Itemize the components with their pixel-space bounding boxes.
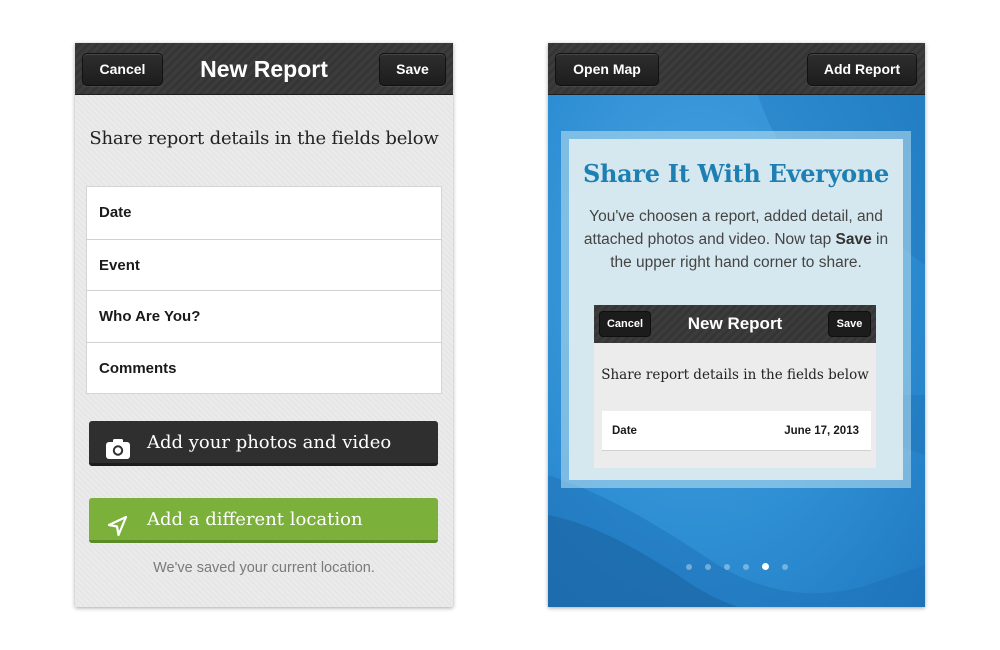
open-map-button[interactable]: Open Map <box>555 53 659 86</box>
tutorial-screen: Open Map Add Report Share It With Everyo… <box>548 43 925 607</box>
who-are-you-field[interactable]: Who Are You? <box>87 290 441 342</box>
add-location-label: Add a different location <box>147 509 363 530</box>
new-report-screen: New Report Cancel Save Share report deta… <box>75 43 453 607</box>
page-indicator[interactable] <box>548 563 925 570</box>
tutorial-card: Share It With Everyone You've choosen a … <box>561 131 911 488</box>
report-preview: New Report Cancel Save Share report deta… <box>594 305 876 468</box>
page-dot[interactable] <box>742 564 749 570</box>
navigation-bar: Open Map Add Report <box>548 43 925 95</box>
page-dot[interactable] <box>723 564 730 570</box>
preview-instructions: Share report details in the fields below <box>601 367 869 383</box>
save-button[interactable]: Save <box>379 53 446 86</box>
form-instructions: Share report details in the fields below <box>89 128 439 149</box>
date-field[interactable]: Date <box>87 187 441 239</box>
tutorial-body-save-emphasis: Save <box>835 231 872 248</box>
navigation-bar: New Report Cancel Save <box>75 43 453 95</box>
cancel-button[interactable]: Cancel <box>82 53 163 86</box>
location-arrow-icon <box>106 509 130 537</box>
tutorial-title: Share It With Everyone <box>582 159 890 188</box>
preview-date-value: June 17, 2013 <box>784 425 859 437</box>
page-dot[interactable] <box>685 564 692 570</box>
preview-cancel-button: Cancel <box>599 311 651 337</box>
tutorial-body: You've choosen a report, added detail, a… <box>581 205 891 274</box>
preview-date-field: Date June 17, 2013 <box>602 411 871 451</box>
add-photos-video-button[interactable]: Add your photos and video <box>89 421 438 466</box>
add-report-button[interactable]: Add Report <box>807 53 917 86</box>
comments-field[interactable]: Comments <box>87 341 441 394</box>
page-dot[interactable] <box>704 564 711 570</box>
camera-icon <box>106 432 130 459</box>
preview-save-button: Save <box>828 311 871 337</box>
page-dot[interactable] <box>761 563 769 570</box>
report-fields-list: Date Event Who Are You? Comments <box>86 186 442 394</box>
preview-navigation-bar: New Report Cancel Save <box>594 305 876 343</box>
preview-date-label: Date <box>612 425 637 437</box>
add-location-button[interactable]: Add a different location <box>89 498 438 543</box>
event-field[interactable]: Event <box>87 238 441 291</box>
add-photos-video-label: Add your photos and video <box>147 432 392 453</box>
location-saved-note: We've saved your current location. <box>153 560 375 576</box>
page-dot[interactable] <box>781 564 788 570</box>
tutorial-card-panel: Share It With Everyone You've choosen a … <box>569 139 903 480</box>
